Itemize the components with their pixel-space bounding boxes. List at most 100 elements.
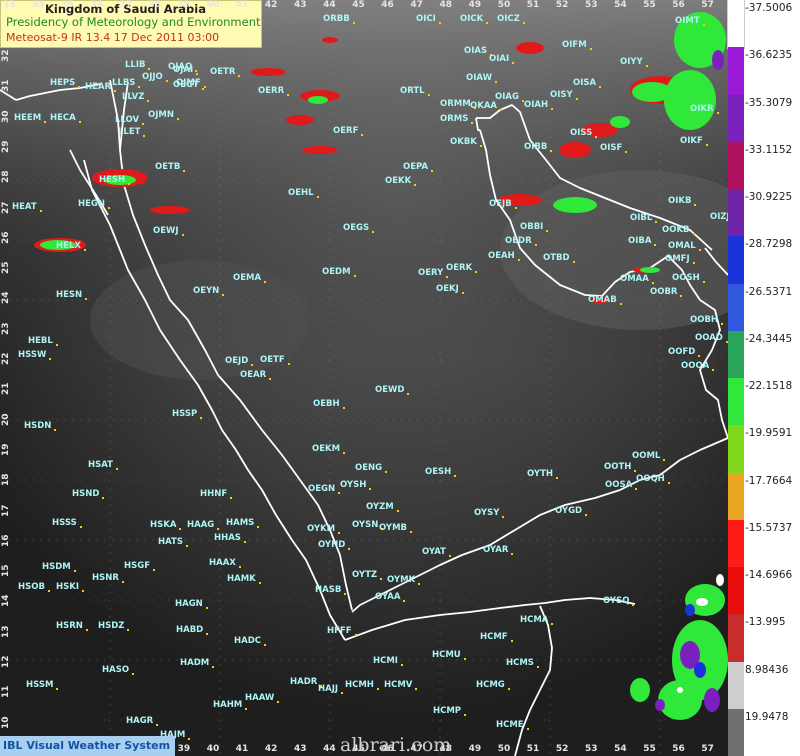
scale-swatch bbox=[728, 708, 744, 756]
station-label: OOQH bbox=[636, 474, 670, 484]
station-label: OEBH bbox=[313, 399, 345, 409]
longitude-label: 57 bbox=[701, 744, 714, 754]
latitude-label: 19 bbox=[1, 443, 11, 456]
latitude-label: 11 bbox=[1, 685, 11, 699]
station-label: HASB bbox=[315, 585, 347, 595]
station-label: OKBK bbox=[450, 137, 482, 147]
scale-swatch bbox=[728, 567, 744, 616]
station-label: HSKI bbox=[56, 582, 84, 592]
scale-label: 19.9478 bbox=[745, 710, 789, 723]
latitude-label: 24 bbox=[1, 291, 11, 305]
station-label: HSOB bbox=[18, 582, 50, 592]
station-label: ORMM bbox=[440, 99, 476, 109]
longitude-label: 34 bbox=[32, 0, 45, 10]
station-label: ORMS bbox=[440, 114, 474, 124]
latitude-label: 25 bbox=[1, 261, 11, 275]
station-label: OOFD bbox=[668, 347, 701, 357]
longitude-label: 57 bbox=[701, 0, 714, 10]
latitude-label: 14 bbox=[1, 594, 11, 608]
station-label: OEGN bbox=[308, 484, 341, 494]
longitude-label: 49 bbox=[468, 0, 482, 10]
station-label: HEAR bbox=[85, 82, 117, 92]
station-label: OYGD bbox=[555, 506, 588, 516]
station-label: OERR bbox=[258, 86, 290, 96]
latitude-label: 27 bbox=[1, 200, 11, 214]
longitude-label: 45 bbox=[352, 0, 365, 10]
station-label: OJMN bbox=[148, 110, 179, 120]
station-label: HSSS bbox=[52, 518, 82, 528]
station-label: HCMV bbox=[384, 680, 418, 690]
latitude-label: 18 bbox=[1, 473, 11, 487]
station-label: HSSW bbox=[18, 350, 52, 360]
station-label: HSKA bbox=[150, 520, 182, 530]
scale-label: -35.3079 bbox=[745, 96, 793, 109]
header-product: Meteosat-9 IR 13.4 17 Dec 2011 03:00 bbox=[6, 31, 220, 44]
station-label: OOML bbox=[632, 451, 666, 461]
station-label: HSNR bbox=[92, 573, 124, 583]
scale-swatch bbox=[728, 661, 744, 710]
scale-label: -30.9225 bbox=[745, 191, 793, 203]
station-label: OEJB bbox=[489, 199, 517, 209]
latitude-label: 16 bbox=[1, 534, 11, 547]
longitude-label: 39 bbox=[177, 744, 191, 754]
scale-label: -17.7664 bbox=[745, 474, 793, 487]
station-label: HSND bbox=[72, 489, 105, 499]
station-label: OYMK bbox=[387, 575, 421, 585]
longitude-label: 46 bbox=[381, 0, 394, 10]
station-label: HCMF bbox=[480, 632, 513, 642]
station-label: OIKF bbox=[680, 136, 708, 146]
longitude-label: 51 bbox=[526, 744, 540, 754]
latitude-label: 10 bbox=[1, 716, 11, 729]
latitude-label: 20 bbox=[1, 413, 11, 426]
station-label: HSAT bbox=[88, 460, 118, 470]
latitude-label: 22 bbox=[1, 352, 11, 365]
station-label: OIMT bbox=[675, 16, 705, 26]
station-label: OIAI bbox=[489, 54, 515, 64]
scale-swatch bbox=[728, 425, 744, 474]
longitude-label: 53 bbox=[585, 744, 598, 754]
watermark: albrari.com bbox=[340, 734, 452, 756]
station-label: OEDM bbox=[322, 267, 356, 277]
station-label: HEAT bbox=[12, 202, 42, 212]
station-label: HESH bbox=[99, 175, 131, 185]
station-label: OETF bbox=[260, 355, 290, 365]
station-label: OEWD bbox=[375, 385, 411, 395]
scale-swatch bbox=[728, 378, 744, 427]
scale-label: -37.5006 bbox=[745, 2, 793, 14]
station-label: HAMS bbox=[226, 518, 260, 528]
longitude-label: 50 bbox=[497, 744, 511, 754]
station-label: HEGN bbox=[78, 199, 111, 209]
station-label: HECA bbox=[50, 113, 81, 123]
longitude-label: 44 bbox=[323, 0, 336, 10]
station-label: ORBB bbox=[323, 14, 355, 24]
station-label: HSDM bbox=[42, 562, 76, 572]
station-label: OYSQ bbox=[603, 596, 635, 606]
station-label: OIAH bbox=[524, 100, 554, 110]
station-label: OMAL bbox=[668, 241, 701, 251]
scale-swatch bbox=[728, 189, 744, 238]
longitude-label: 52 bbox=[555, 744, 569, 754]
station-label: HCMP bbox=[433, 706, 467, 716]
station-label: OEKJ bbox=[436, 284, 464, 294]
station-label: OIBL bbox=[630, 213, 658, 223]
longitude-label: 42 bbox=[264, 744, 278, 754]
station-label: OEWJ bbox=[153, 226, 184, 236]
station-label: OETB bbox=[155, 162, 186, 172]
station-label: OIZJ bbox=[710, 212, 735, 222]
station-label: LLET bbox=[118, 127, 146, 137]
station-label: HAJJ bbox=[318, 684, 344, 694]
color-scale-legend: -37.5006 -36.6235 -35.3079 -33.1152 -30.9225… bbox=[727, 0, 800, 756]
longitude-label: 53 bbox=[585, 0, 598, 10]
station-label: HSSP bbox=[172, 409, 203, 419]
station-label: HADR bbox=[290, 677, 323, 687]
station-label: HABD bbox=[176, 625, 209, 635]
station-label: OYAR bbox=[483, 545, 514, 555]
scale-swatch bbox=[728, 519, 744, 568]
station-label: HAHM bbox=[213, 700, 248, 710]
station-label: OICK bbox=[460, 14, 489, 24]
station-label: OEHL bbox=[288, 188, 319, 198]
station-label: HESN bbox=[56, 290, 88, 300]
station-label: HSDZ bbox=[98, 621, 131, 631]
scale-swatch bbox=[728, 236, 744, 285]
system-credit: IBL Visual Weather System bbox=[0, 736, 175, 756]
